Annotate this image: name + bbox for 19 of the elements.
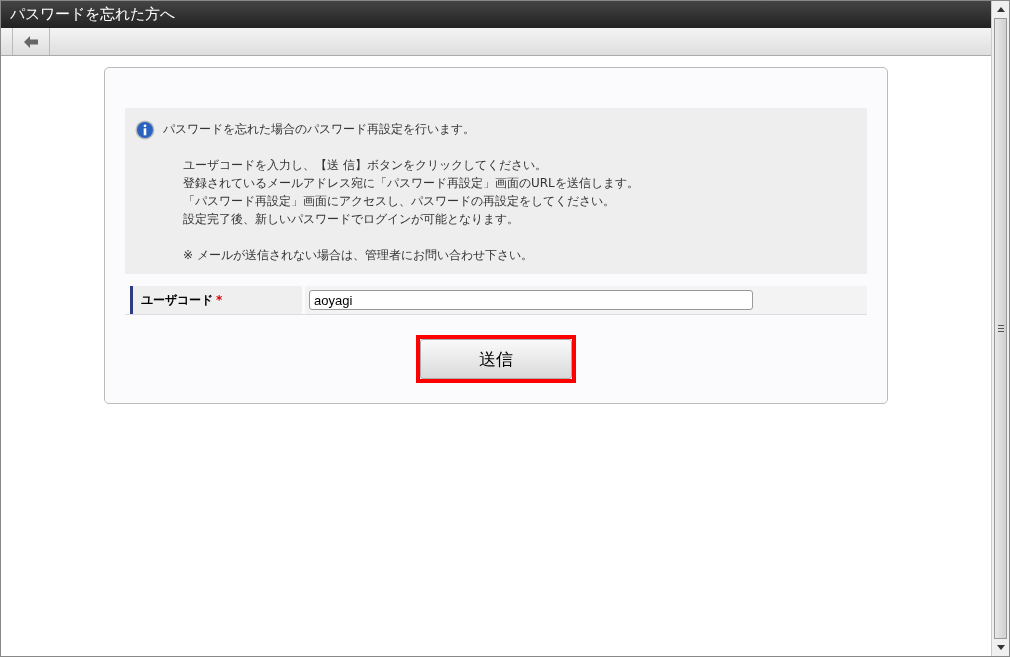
- scroll-up-icon[interactable]: [996, 7, 1005, 12]
- info-text: パスワードを忘れた場合のパスワード再設定を行います。: [163, 121, 476, 138]
- info-text: ユーザコードを入力し、【送 信】ボタンをクリックしてください。: [183, 157, 548, 174]
- info-text: ※ メールが送信されない場合は、管理者にお問い合わせ下さい。: [183, 247, 534, 264]
- info-text: 登録されているメールアドレス宛に「パスワード再設定」画面のURLを送信します。: [183, 175, 639, 192]
- grip-icon: [997, 325, 1004, 332]
- scroll-down-icon[interactable]: [996, 645, 1005, 650]
- info-text: 設定完了後、新しいパスワードでログインが可能となります。: [183, 211, 520, 228]
- window-title: パスワードを忘れた方へ: [10, 5, 175, 24]
- field-label: ユーザコード: [141, 291, 213, 309]
- user-code-input[interactable]: aoyagi: [309, 290, 753, 310]
- required-mark: *: [216, 293, 223, 307]
- scroll-thumb[interactable]: [994, 18, 1007, 639]
- submit-button[interactable]: 送信: [420, 339, 572, 379]
- arrow-left-icon: [24, 35, 38, 48]
- info-icon: [135, 120, 155, 140]
- back-button[interactable]: [12, 28, 50, 55]
- info-text: 「パスワード再設定」画面にアクセスし、パスワードの再設定をしてください。: [183, 193, 616, 210]
- scrollbar[interactable]: [991, 1, 1009, 656]
